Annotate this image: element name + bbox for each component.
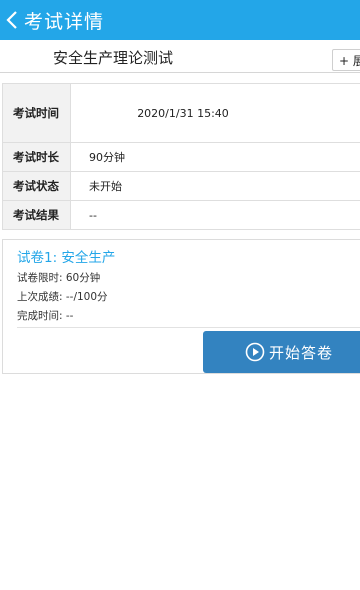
paper-completed-time: 完成时间: -- [17, 310, 74, 322]
top-bar: 考试详情 [0, 0, 360, 40]
divider [17, 327, 360, 328]
table-row: 考试时长 90分钟 [3, 143, 360, 172]
page-title: 考试详情 [24, 10, 105, 33]
start-exam-button[interactable]: 开始答卷 [203, 331, 360, 373]
play-circle-icon [245, 342, 265, 362]
exam-duration-value: 90分钟 [89, 151, 125, 164]
exam-info-table: 考试时间 2020/1/31 15:40 考试时长 90分钟 考试状态 未开始 … [2, 83, 360, 230]
paper-card: 试卷1: 安全生产 试卷限时: 60分钟 上次成绩: --/100分 完成时间:… [2, 239, 360, 374]
exam-status-label: 考试状态 [3, 172, 71, 200]
exam-name: 安全生产理论测试 [53, 49, 174, 67]
exam-result-label: 考试结果 [3, 201, 71, 229]
table-row: 考试时间 2020/1/31 15:40 [3, 84, 360, 143]
exam-result-value: -- [89, 208, 97, 222]
exam-time-value: 2020/1/31 15:40 [137, 106, 229, 120]
exam-header: 安全生产理论测试 + 展开 [0, 42, 360, 73]
table-row: 考试结果 -- [3, 201, 360, 230]
expand-button[interactable]: + 展开 [332, 49, 360, 71]
exam-status-value: 未开始 [89, 180, 122, 193]
back-button[interactable] [2, 0, 22, 40]
table-row: 考试状态 未开始 [3, 172, 360, 201]
exam-duration-label: 考试时长 [3, 143, 71, 171]
start-exam-label: 开始答卷 [269, 343, 334, 362]
exam-time-label: 考试时间 [3, 84, 71, 142]
paper-time-limit: 试卷限时: 60分钟 [17, 272, 101, 284]
chevron-left-icon [6, 11, 17, 29]
paper-title[interactable]: 试卷1: 安全生产 [17, 246, 115, 266]
paper-last-score: 上次成绩: --/100分 [17, 291, 108, 303]
